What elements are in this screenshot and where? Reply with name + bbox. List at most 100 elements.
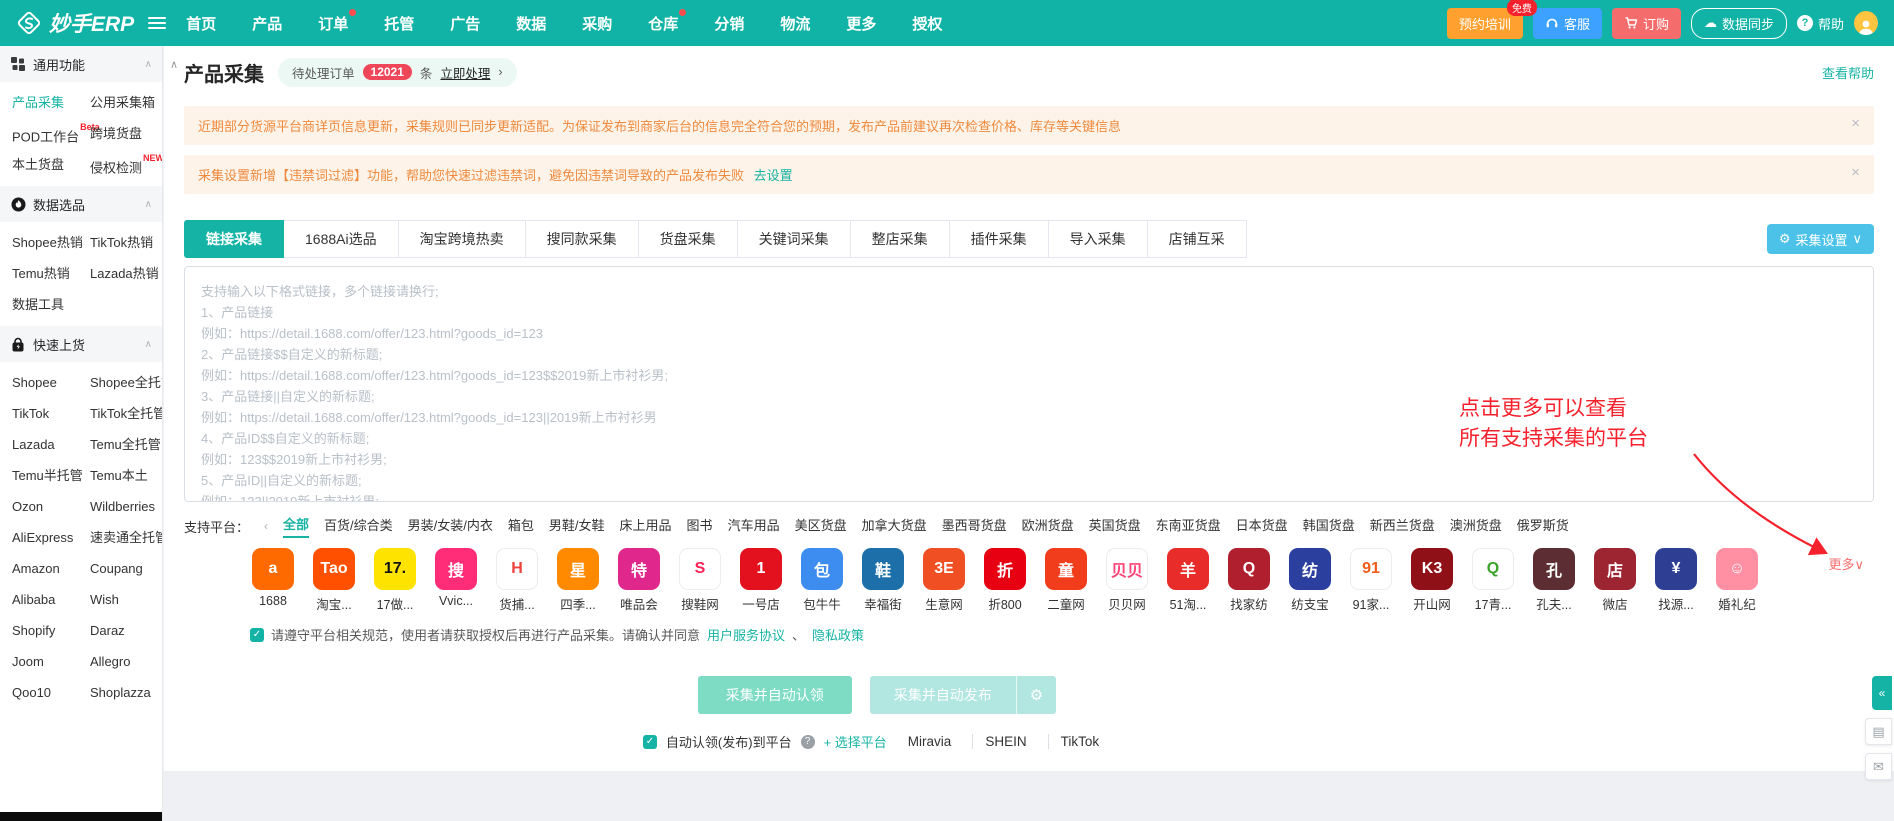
terms-link[interactable]: 用户服务协议 — [707, 625, 785, 644]
platform-item[interactable]: 店 微店 — [1592, 548, 1638, 613]
sidebar-section-quick[interactable]: 快速上货 ∧ — [0, 326, 162, 362]
nav-menu-item[interactable]: 采购 — [582, 13, 612, 34]
platform-item[interactable]: 折 折800 — [982, 548, 1028, 613]
customer-service-button[interactable]: 客服 — [1533, 8, 1602, 39]
privacy-link[interactable]: 隐私政策 — [812, 625, 864, 644]
collect-publish-button[interactable]: 采集并自动发布 ⚙ — [870, 676, 1056, 714]
nav-menu-item[interactable]: 托管 — [384, 13, 414, 34]
sidebar-item[interactable]: AliExpress — [12, 522, 90, 553]
platform-item[interactable]: 童 二童网 — [1043, 548, 1089, 613]
process-now-link[interactable]: 立即处理 — [440, 63, 490, 82]
sidebar-item[interactable]: Alibaba — [12, 584, 90, 615]
link-input-textarea[interactable] — [184, 266, 1874, 502]
collect-tab[interactable]: 1688Ai选品 — [284, 220, 399, 258]
platform-category[interactable]: 欧洲货盘 — [1022, 515, 1074, 537]
sidebar-item[interactable]: Temu热销 — [12, 258, 90, 289]
agreement-checkbox[interactable]: ✓ — [250, 628, 264, 642]
panel-collapse-icon[interactable]: ∧ — [170, 58, 178, 71]
app-logo[interactable]: 妙手ERP — [16, 8, 134, 38]
platform-item[interactable]: ¥ 找源... — [1653, 548, 1699, 613]
platform-item[interactable]: 纺 纺支宝 — [1287, 548, 1333, 613]
platform-item[interactable]: 孔 孔夫... — [1531, 548, 1577, 613]
nav-menu-item[interactable]: 授权 — [912, 13, 942, 34]
sidebar-item[interactable]: Coupang — [90, 553, 163, 584]
collect-settings-button[interactable]: ⚙ 采集设置 ∨ — [1767, 224, 1874, 254]
sidebar-item[interactable]: Ozon — [12, 491, 90, 522]
platform-item[interactable]: K3 开山网 — [1409, 548, 1455, 613]
platform-item[interactable]: S 搜鞋网 — [677, 548, 723, 613]
sidebar-item[interactable]: 本土货盘 — [12, 149, 90, 180]
platform-item[interactable]: 包 包牛牛 — [799, 548, 845, 613]
platform-category[interactable]: 百货/综合类 — [324, 515, 393, 537]
platform-category[interactable]: 新西兰货盘 — [1370, 515, 1435, 537]
platform-item[interactable]: 羊 51淘... — [1165, 548, 1211, 613]
platform-category[interactable]: 床上用品 — [620, 515, 672, 537]
collect-tab[interactable]: 淘宝跨境热卖 — [399, 220, 526, 258]
sidebar-item[interactable]: 数据工具 — [12, 289, 90, 320]
platform-item[interactable]: 特 唯品会 — [616, 548, 662, 613]
collect-tab[interactable]: 整店采集 — [851, 220, 950, 258]
collect-tab[interactable]: 导入采集 — [1049, 220, 1148, 258]
platform-item[interactable]: ☺ 婚礼纪 — [1714, 548, 1760, 613]
platform-category[interactable]: 美区货盘 — [795, 515, 847, 537]
sidebar-item[interactable]: Daraz — [90, 615, 163, 646]
collect-tab[interactable]: 插件采集 — [950, 220, 1049, 258]
platform-category[interactable]: 箱包 — [508, 515, 534, 537]
chat-widget-button[interactable]: ▤ — [1865, 718, 1892, 745]
close-icon[interactable]: × — [1851, 164, 1860, 181]
nav-menu-item[interactable]: 订单 — [318, 13, 348, 34]
go-settings-link[interactable]: 去设置 — [754, 168, 793, 183]
sidebar-section-data[interactable]: 数据选品 ∧ — [0, 186, 162, 222]
sidebar-item[interactable]: Allegro — [90, 646, 163, 677]
sidebar-item[interactable]: Shopee热销 — [12, 227, 90, 258]
sidebar-item[interactable]: 速卖通全托管 — [90, 522, 163, 553]
platform-item[interactable]: 91 91家... — [1348, 548, 1394, 613]
sidebar-item[interactable]: Lazada — [12, 429, 90, 460]
sidebar-item[interactable]: Shopee — [12, 367, 90, 398]
sidebar-item[interactable]: 产品采集 — [12, 87, 90, 118]
collect-tab[interactable]: 店铺互采 — [1148, 220, 1247, 258]
more-platforms-link[interactable]: 更多∨ — [1828, 554, 1864, 573]
sidebar-item[interactable]: TikTok — [12, 398, 90, 429]
platform-item[interactable]: 3E 生意网 — [921, 548, 967, 613]
platform-category[interactable]: 澳洲货盘 — [1450, 515, 1502, 537]
sidebar-item[interactable]: Amazon — [12, 553, 90, 584]
platform-category[interactable]: 加拿大货盘 — [862, 515, 927, 537]
sidebar-item[interactable]: Joom — [12, 646, 90, 677]
sidebar-item[interactable]: Shopify — [12, 615, 90, 646]
chevron-left-icon[interactable]: ‹ — [264, 519, 268, 533]
platform-category[interactable]: 东南亚货盘 — [1156, 515, 1221, 537]
platform-category[interactable]: 墨西哥货盘 — [942, 515, 1007, 537]
sidebar-item[interactable]: Lazada热销 — [90, 258, 162, 289]
platform-item[interactable]: 星 四季... — [555, 548, 601, 613]
info-icon[interactable]: ? — [801, 735, 815, 749]
nav-menu-item[interactable]: 更多 — [846, 13, 876, 34]
collect-tab[interactable]: 搜同款采集 — [526, 220, 639, 258]
platform-item[interactable]: Q 找家纺 — [1226, 548, 1272, 613]
menu-toggle-icon[interactable] — [148, 17, 166, 29]
sidebar-item[interactable]: POD工作台Beta — [12, 118, 90, 149]
platform-category[interactable]: 英国货盘 — [1089, 515, 1141, 537]
expand-panel-tab[interactable]: « — [1872, 676, 1892, 710]
view-help-link[interactable]: 查看帮助 — [1822, 63, 1874, 82]
nav-menu-item[interactable]: 仓库 — [648, 13, 678, 34]
sidebar-item[interactable]: Wish — [90, 584, 163, 615]
user-avatar[interactable] — [1854, 11, 1878, 35]
nav-menu-item[interactable]: 首页 — [186, 13, 216, 34]
platform-category[interactable]: 俄罗斯货 — [1517, 515, 1569, 537]
feedback-widget-button[interactable]: ✉ — [1865, 753, 1892, 780]
sidebar-item[interactable]: Temu半托管 — [12, 460, 90, 491]
publish-platform[interactable]: TikTok — [1048, 734, 1112, 749]
sidebar-item[interactable]: Temu本土 — [90, 460, 163, 491]
help-button[interactable]: ? 帮助 — [1797, 14, 1844, 33]
book-training-button[interactable]: 预约培训 免费 — [1447, 8, 1523, 39]
nav-menu-item[interactable]: 分销 — [714, 13, 744, 34]
sidebar-item[interactable]: Temu全托管 — [90, 429, 163, 460]
publish-platform[interactable]: Miravia — [896, 734, 964, 749]
platform-category[interactable]: 日本货盘 — [1236, 515, 1288, 537]
collect-tab[interactable]: 货盘采集 — [639, 220, 738, 258]
collect-tab[interactable]: 链接采集 — [184, 220, 284, 258]
sidebar-item[interactable]: 公用采集箱 — [90, 87, 163, 118]
sidebar-item[interactable]: TikTok热销 — [90, 227, 162, 258]
platform-category[interactable]: 汽车用品 — [728, 515, 780, 537]
